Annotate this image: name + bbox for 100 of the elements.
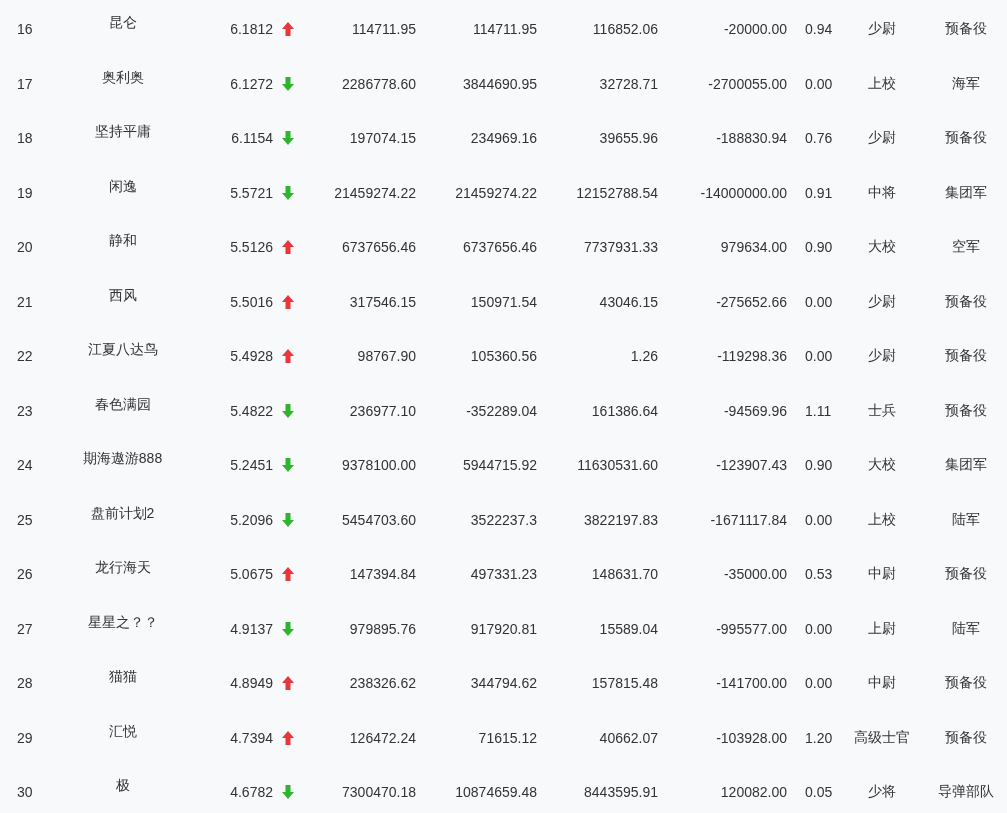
table-cell-text: 114711.95 <box>350 20 416 38</box>
table-cell-text: 979634.00 <box>719 238 787 256</box>
table-cell-text: 161386.64 <box>590 401 658 419</box>
table-cell-text: -352289.04 <box>465 401 537 419</box>
table-cell-text: 0.00 <box>804 347 834 365</box>
table-cell-text: 7300470.18 <box>341 783 416 801</box>
table-cell-text: 236977.10 <box>348 401 416 419</box>
table-cell-text: 150971.54 <box>469 292 537 310</box>
user-name: 昆仑 <box>108 14 137 33</box>
row-number: 18 <box>16 129 34 147</box>
table-cell-text: 234969.16 <box>469 129 537 147</box>
row-number: 29 <box>16 728 34 746</box>
table-cell-text: 预备役 <box>945 19 987 39</box>
user-name: 静和 <box>108 232 137 251</box>
table-cell-text: 3522237.3 <box>469 510 537 528</box>
table-cell-text: 预备役 <box>945 291 987 311</box>
user-name: 闲逸 <box>108 177 137 196</box>
user-name: 西风 <box>108 286 137 305</box>
row-number: 28 <box>16 674 34 692</box>
table-cell-text: 6737656.46 <box>462 238 537 256</box>
row-number: 21 <box>16 292 34 310</box>
table-cell-text: 147394.84 <box>348 565 416 583</box>
table-cell-text: -141700.00 <box>715 674 787 692</box>
table-cell-text: 0.00 <box>804 674 834 692</box>
table-cell-text: 8443595.91 <box>583 783 658 801</box>
table-cell-text: 0.53 <box>804 565 834 583</box>
user-name: 春色满园 <box>94 395 151 414</box>
table-cell-text: 15589.04 <box>598 619 658 637</box>
row-number: 22 <box>16 347 34 365</box>
table-cell-text: 导弹部队 <box>938 782 994 802</box>
user-name: 奥利奥 <box>101 68 144 87</box>
table-cell-text: -1671117.84 <box>709 510 787 528</box>
table-cell-text: 高级士官 <box>853 727 910 747</box>
table-cell-text: 5454703.60 <box>341 510 416 528</box>
table-cell-text: 少尉 <box>867 19 896 39</box>
row-number: 19 <box>16 183 34 201</box>
table-cell-text: -275652.66 <box>715 292 787 310</box>
user-name: 期海遨游888 <box>82 450 163 469</box>
row-number: 25 <box>16 510 34 528</box>
score-value: 6.1154 <box>231 130 273 147</box>
table-cell-text: 上校 <box>867 509 896 529</box>
table-cell-text: 116852.06 <box>591 20 658 38</box>
table-cell-text: 中尉 <box>867 564 896 584</box>
table-cell-text: -14000000.00 <box>699 183 787 201</box>
table-cell-text: 集团军 <box>945 182 987 202</box>
user-name: 龙行海天 <box>94 559 151 578</box>
table-cell-text: 39655.96 <box>598 129 658 147</box>
table-cell-text: 148631.70 <box>590 565 658 583</box>
row-number: 30 <box>16 783 34 801</box>
table-cell-text: 43046.15 <box>598 292 658 310</box>
table-cell-text: 预备役 <box>945 673 987 693</box>
score-value: 5.4928 <box>230 348 273 365</box>
score-value: 5.2096 <box>230 511 273 528</box>
table-cell-text: 上尉 <box>867 618 896 638</box>
table-cell-text: 0.91 <box>804 183 834 201</box>
table-cell-text: -995577.00 <box>715 619 787 637</box>
table-cell-text: 少尉 <box>867 346 896 366</box>
user-name: 极 <box>115 777 130 796</box>
score-value: 5.5721 <box>230 184 273 201</box>
table-cell-text: 157815.48 <box>590 674 658 692</box>
table-cell-text: -20000.00 <box>722 20 787 38</box>
table-cell-text: -188830.94 <box>715 129 787 147</box>
score-value: 6.1812 <box>230 21 273 38</box>
table-cell-text: -123907.43 <box>715 456 787 474</box>
user-name: 星星之？？ <box>87 613 158 632</box>
table-cell-text: 120082.00 <box>719 783 787 801</box>
table-cell-text: 32728.71 <box>598 74 658 92</box>
table-cell-text: 0.00 <box>804 619 834 637</box>
table-cell-text: 21459274.22 <box>454 183 537 201</box>
table-cell-text: 0.94 <box>804 20 834 38</box>
row-number: 24 <box>16 456 34 474</box>
user-name: 汇悦 <box>108 722 137 741</box>
table-cell-text: 预备役 <box>945 128 987 148</box>
table-cell-text: 497331.23 <box>469 565 537 583</box>
table-cell-text: 98767.90 <box>356 347 416 365</box>
table-cell-text: 0.00 <box>804 74 834 92</box>
table-cell-text: 0.00 <box>804 510 834 528</box>
table-cell-text: 238326.62 <box>348 674 416 692</box>
table-cell-text: 预备役 <box>945 400 987 420</box>
table-cell-text: 士兵 <box>867 400 896 420</box>
table-cell-text: 预备役 <box>945 346 987 366</box>
table-cell-text: 5944715.92 <box>462 456 537 474</box>
table-cell-text: 197074.15 <box>348 129 416 147</box>
score-value: 6.1272 <box>230 75 273 92</box>
table-cell-text: 中尉 <box>867 673 896 693</box>
table-cell-text: 9378100.00 <box>341 456 416 474</box>
table-cell-text: 预备役 <box>945 564 987 584</box>
table-cell-text: 2286778.60 <box>341 74 416 92</box>
user-name: 坚持平庸 <box>94 123 151 142</box>
table-cell-text: 陆军 <box>952 618 980 638</box>
table-cell-text: 3822197.83 <box>583 510 658 528</box>
table-cell-text: 11630531.60 <box>576 456 658 474</box>
table-cell-text: 上校 <box>867 73 896 93</box>
table-cell-text: 中将 <box>867 182 896 202</box>
table-cell-text: 6737656.46 <box>341 238 416 256</box>
table-cell-text: 0.00 <box>804 292 834 310</box>
score-value: 4.9137 <box>230 620 273 637</box>
table-cell-text: 大校 <box>867 237 896 257</box>
score-value: 5.2451 <box>230 457 273 474</box>
table-cell-text: 3844690.95 <box>462 74 537 92</box>
